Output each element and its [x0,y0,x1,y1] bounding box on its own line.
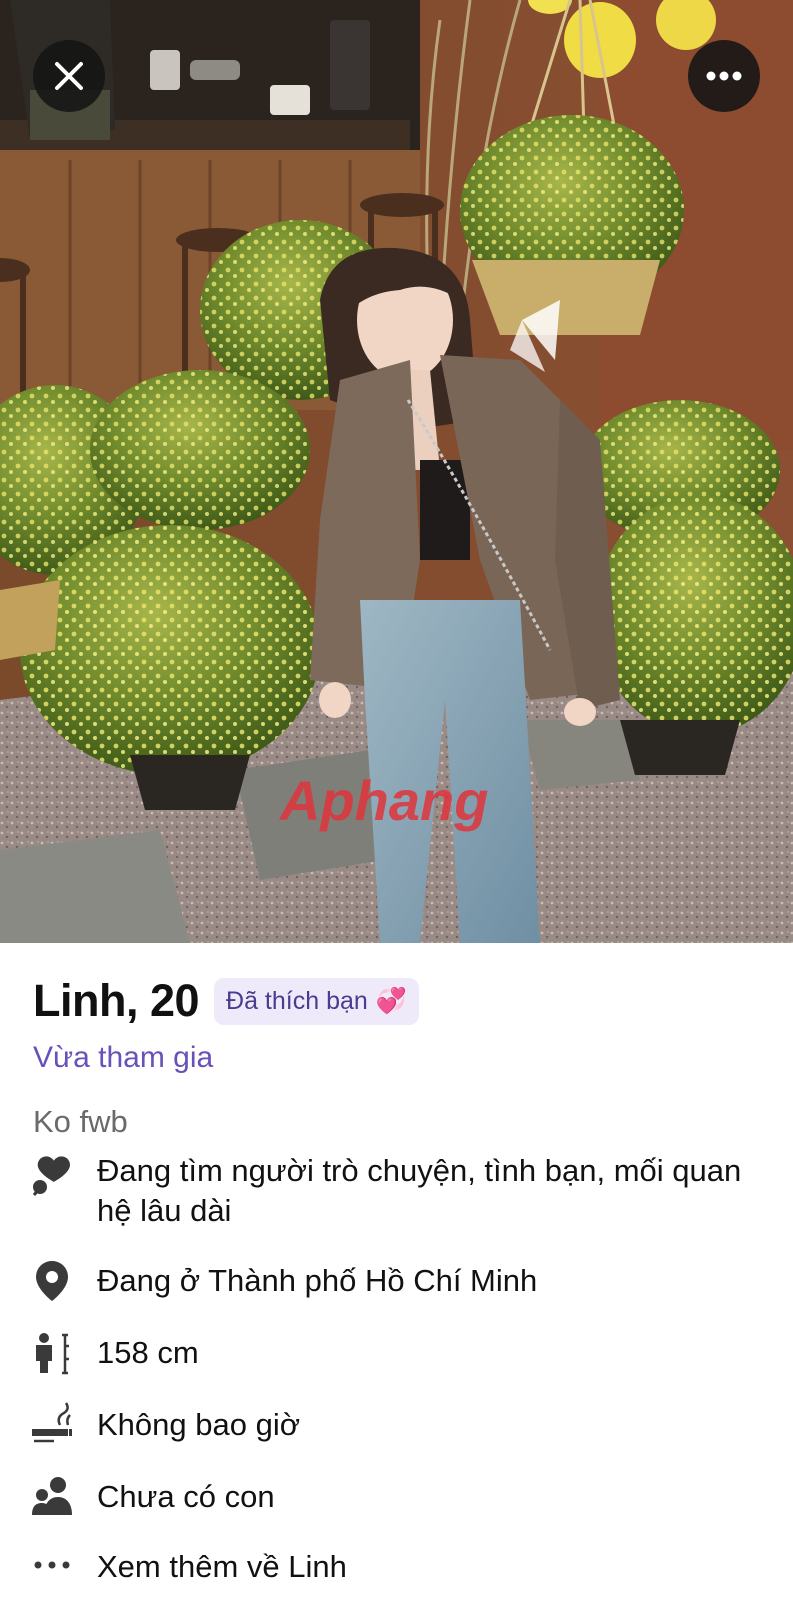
smoking-icon [32,1402,72,1443]
joined-status: Vừa tham gia [33,1041,214,1074]
profile-photo[interactable]: Aphang [0,0,793,943]
more-dots-icon [34,1561,70,1569]
photo-illustration: Aphang [0,0,793,943]
detail-smoking-text: Không bao giờ [97,1407,301,1442]
detail-children-text: Chưa có con [97,1479,275,1514]
see-more-about-link[interactable]: Xem thêm về Linh [97,1547,347,1587]
detail-looking-for-line1: Đang tìm người trò chuyện, tình bạn, mối… [97,1153,742,1188]
profile-info: Linh, 20 Đã thích bạn 💞 Vừa tham gia Ko … [0,943,793,1600]
detail-location-text: Đang ở Thành phố Hồ Chí Minh [97,1263,538,1298]
close-button[interactable] [33,40,105,112]
name-row: Linh, 20 Đã thích bạn 💞 [33,975,419,1027]
profile-name-age: Linh, 20 [33,975,200,1026]
liked-you-badge: Đã thích bạn 💞 [214,977,419,1025]
location-pin-icon [36,1261,68,1301]
more-options-button[interactable] [688,40,760,112]
two-hearts-icon: 💞 [375,986,407,1015]
profile-screen: Aphang Linh, 20 Đã thích bạn 💞 Vừa tham … [0,0,793,1600]
height-icon [36,1333,69,1375]
detail-height-text: 158 cm [97,1335,199,1370]
close-icon [55,62,83,90]
heart-search-icon [32,1156,70,1196]
people-icon [32,1477,72,1515]
bio-text: Ko fwb [33,1104,128,1139]
watermark-logo: Aphang [278,769,488,832]
liked-you-badge-label: Đã thích bạn [226,986,368,1015]
detail-looking-for-line2: hệ lâu dài [97,1193,232,1228]
more-horizontal-icon [706,71,742,81]
